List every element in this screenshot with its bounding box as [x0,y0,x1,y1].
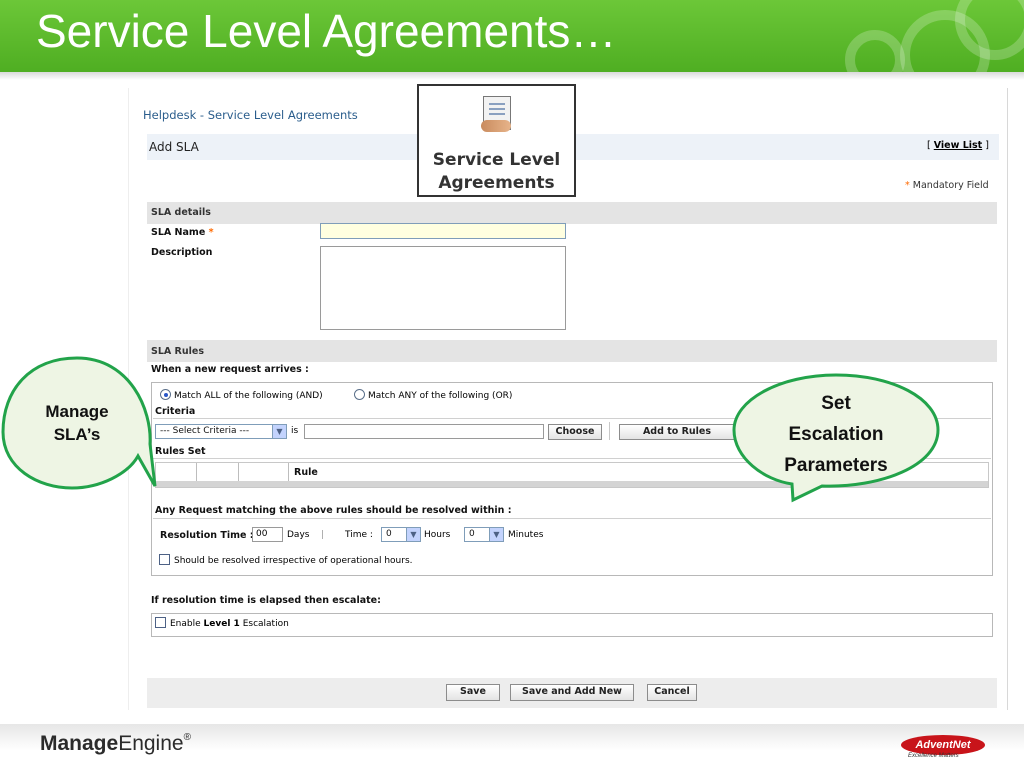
operational-hours-option[interactable]: Should be resolved irrespective of opera… [159,554,413,566]
sla-details-section-bar [147,202,997,224]
separator: | [321,530,325,540]
column-separator [238,463,239,483]
handshake-icon [481,120,511,132]
sla-name-input[interactable] [320,223,566,239]
match-any-label: Match ANY of the following (OR) [368,391,513,401]
sla-badge: Service Level Agreements [417,84,576,197]
manage-sla-callout-line-1: Manage [45,402,109,421]
days-input[interactable]: 00 [252,527,283,542]
brand-registered: ® [183,732,191,743]
enable-escalation-suffix: Escalation [239,619,289,629]
mandatory-note: * Mandatory Field [905,180,989,191]
match-all-option[interactable]: Match ALL of the following (AND) [160,389,323,401]
manageengine-logo: ManageEngine® [40,732,191,756]
brand-light: Engine [118,732,184,755]
mandatory-star: * [905,180,910,191]
sla-name-label-wrapper: SLA Name * [151,227,214,238]
enable-escalation-option[interactable]: Enable Level 1 Escalation [155,617,289,629]
choose-button[interactable]: Choose [548,424,602,440]
operational-hours-label: Should be resolved irrespective of opera… [174,556,413,566]
badge-line-1: Service Level [432,150,561,170]
match-any-option[interactable]: Match ANY of the following (OR) [354,389,512,401]
view-list-link-wrapper: [ View List ] [927,140,989,151]
sla-details-section-title: SLA details [151,207,211,218]
required-star: * [208,227,214,238]
escalation-callout-line-1: Set [821,393,851,414]
slide-header: Service Level Agreements… [0,0,1024,72]
slide-title: Service Level Agreements… [36,5,617,57]
enable-escalation-prefix: Enable [170,619,204,629]
match-any-radio[interactable] [354,389,365,400]
escalation-callout: Set Escalation Parameters [760,388,912,481]
breadcrumb[interactable]: Helpdesk - Service Level Agreements [143,108,358,122]
time-label: Time : [345,530,373,540]
doc-line [489,113,505,115]
hours-label: Hours [424,530,451,540]
add-to-rules-button[interactable]: Add to Rules [619,424,735,440]
column-separator [288,463,289,483]
cancel-button[interactable]: Cancel [647,684,697,701]
form-title: Add SLA [149,140,199,154]
chevron-down-icon[interactable]: ▼ [406,528,420,541]
enable-escalation-checkbox[interactable] [155,617,166,628]
days-label: Days [287,530,310,540]
rule-column-header: Rule [294,467,318,478]
escalation-label: If resolution time is elapsed then escal… [151,595,381,606]
match-all-label: Match ALL of the following (AND) [174,391,323,401]
header-shadow [0,72,1024,80]
minutes-label: Minutes [508,530,544,540]
escalation-callout-line-2: Escalation [788,424,884,445]
doc-line [489,103,505,105]
criteria-select-value: --- Select Criteria --- [160,426,250,436]
escalation-callout-line-3: Parameters [784,455,888,476]
adventnet-logo: AdventNet [901,735,985,755]
doc-line [489,108,505,110]
decorative-circle [845,30,905,72]
manage-sla-callout: Manage SLA’s [20,400,134,446]
minutes-select[interactable]: 0 ▼ [464,527,504,542]
sla-rules-section-bar [147,340,997,362]
description-label: Description [151,247,213,258]
minutes-select-value: 0 [469,529,475,539]
hours-select[interactable]: 0 ▼ [381,527,421,542]
when-request-arrives-label: When a new request arrives : [151,364,309,375]
save-button[interactable]: Save [446,684,500,701]
resolution-time-label: Resolution Time : [160,530,254,541]
divider [609,422,610,440]
description-textarea[interactable] [320,246,566,330]
escalation-level: Level 1 [203,619,240,629]
column-separator [196,463,197,483]
sla-name-label: SLA Name [151,227,206,238]
resolve-within-label: Any Request matching the above rules sho… [155,505,512,516]
save-and-add-new-button[interactable]: Save and Add New [510,684,634,701]
badge-line-2: Agreements [438,173,555,193]
criteria-value-input[interactable] [304,424,544,439]
criteria-select[interactable]: --- Select Criteria --- ▼ [155,424,287,439]
hours-select-value: 0 [386,529,392,539]
manage-sla-callout-line-2: SLA’s [53,425,101,444]
operational-hours-checkbox[interactable] [159,554,170,565]
adventnet-tagline: Excellence Matters [908,753,959,759]
mandatory-note-text: Mandatory Field [912,180,989,191]
is-label: is [291,426,299,436]
view-list-link[interactable]: View List [934,140,982,151]
divider [153,518,991,519]
chevron-down-icon[interactable]: ▼ [272,425,286,438]
chevron-down-icon[interactable]: ▼ [489,528,503,541]
brand-bold: Manage [40,732,119,755]
